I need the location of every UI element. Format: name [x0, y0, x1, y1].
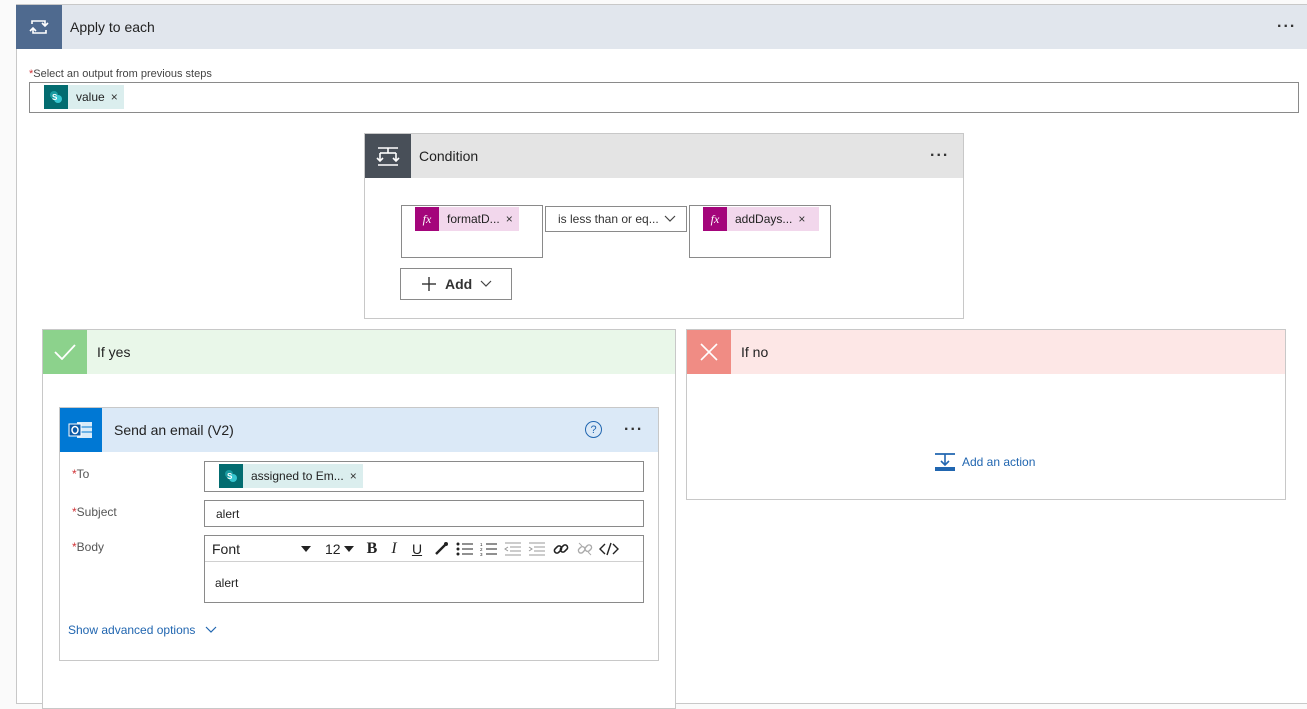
- code-view-icon[interactable]: [597, 539, 621, 559]
- numbered-list-icon[interactable]: 123: [477, 539, 501, 559]
- assigned-to-remove-icon[interactable]: ×: [350, 469, 363, 483]
- caret-down-icon: [343, 545, 354, 552]
- add-days-label: addDays...: [735, 212, 793, 226]
- body-toolbar: Font 12 B I U 123: [205, 536, 643, 562]
- underline-icon[interactable]: U: [405, 539, 429, 559]
- outdent-icon[interactable]: [501, 539, 525, 559]
- add-days-remove-icon[interactable]: ×: [798, 212, 811, 226]
- svg-text:S: S: [52, 93, 58, 102]
- body-label: *Body: [72, 540, 105, 554]
- condition-header[interactable]: Condition: [365, 134, 963, 178]
- assigned-to-label: assigned to Em...: [251, 469, 344, 483]
- send-email-header[interactable]: Send an email (V2): [60, 408, 658, 452]
- font-color-icon[interactable]: [429, 539, 453, 559]
- condition-operator-dropdown[interactable]: is less than or eq...: [545, 206, 687, 232]
- unlink-icon[interactable]: [573, 539, 597, 559]
- fx-icon: fx: [415, 207, 439, 231]
- value-token-label: value: [76, 90, 105, 104]
- fx-icon: fx: [703, 207, 727, 231]
- select-output-field[interactable]: [29, 82, 1299, 113]
- chevron-down-icon: [206, 626, 217, 633]
- svg-text:S: S: [227, 472, 233, 481]
- apply-to-each-more-icon[interactable]: ...: [1277, 14, 1296, 32]
- to-label: *To: [72, 467, 90, 481]
- outlook-icon: [60, 408, 102, 452]
- add-button-label: Add: [445, 276, 473, 292]
- send-email-more-icon[interactable]: ...: [624, 417, 643, 435]
- bold-icon[interactable]: B: [361, 539, 383, 559]
- value-token-remove-icon[interactable]: ×: [111, 90, 124, 104]
- format-date-label: formatD...: [447, 212, 500, 226]
- sharepoint-icon: S: [44, 85, 68, 109]
- format-date-remove-icon[interactable]: ×: [506, 212, 519, 226]
- chevron-down-icon: [664, 215, 676, 222]
- condition-more-icon[interactable]: ...: [930, 143, 949, 161]
- loop-icon: [16, 5, 62, 49]
- if-yes-title: If yes: [97, 344, 131, 360]
- if-no-header[interactable]: If no: [687, 330, 1285, 374]
- check-icon: [43, 330, 87, 374]
- format-date-token[interactable]: fx formatD... ×: [415, 207, 519, 231]
- help-icon[interactable]: ?: [585, 421, 602, 438]
- add-days-token[interactable]: fx addDays... ×: [703, 207, 819, 231]
- apply-to-each-header[interactable]: Apply to each: [16, 5, 1307, 49]
- caret-down-icon: [301, 545, 311, 552]
- close-icon: [687, 330, 731, 374]
- select-output-label: *Select an output from previous steps: [29, 68, 212, 80]
- add-an-action-label: Add an action: [962, 455, 1036, 469]
- condition-add-button[interactable]: Add: [400, 268, 512, 300]
- body-value: alert: [215, 576, 239, 590]
- send-email-title: Send an email (V2): [114, 422, 234, 438]
- subject-value: alert: [216, 506, 240, 521]
- body-editor[interactable]: Font 12 B I U 123 alert: [204, 535, 644, 603]
- add-an-action-link[interactable]: Add an action: [934, 452, 1035, 472]
- assigned-to-token[interactable]: S assigned to Em... ×: [219, 464, 363, 488]
- show-advanced-options-link[interactable]: Show advanced options: [68, 623, 217, 637]
- sharepoint-icon: S: [219, 464, 243, 488]
- condition-title: Condition: [419, 148, 479, 164]
- font-size-select[interactable]: 12: [321, 539, 361, 559]
- if-yes-header[interactable]: If yes: [43, 330, 675, 374]
- link-icon[interactable]: [549, 539, 573, 559]
- operator-value: is less than or eq...: [558, 212, 659, 226]
- svg-text:3: 3: [480, 552, 483, 556]
- condition-icon: [365, 134, 411, 178]
- value-token[interactable]: S value ×: [44, 85, 124, 109]
- bullet-list-icon[interactable]: [453, 539, 477, 559]
- add-action-icon: [935, 453, 955, 471]
- indent-icon[interactable]: [525, 539, 549, 559]
- apply-to-each-title: Apply to each: [70, 19, 155, 35]
- font-family-select[interactable]: Font: [207, 539, 315, 559]
- italic-icon[interactable]: I: [383, 539, 405, 559]
- subject-label: *Subject: [72, 505, 117, 519]
- if-no-title: If no: [741, 344, 769, 360]
- plus-icon: [422, 277, 436, 291]
- chevron-down-icon: [480, 280, 492, 287]
- subject-input[interactable]: alert: [204, 500, 644, 527]
